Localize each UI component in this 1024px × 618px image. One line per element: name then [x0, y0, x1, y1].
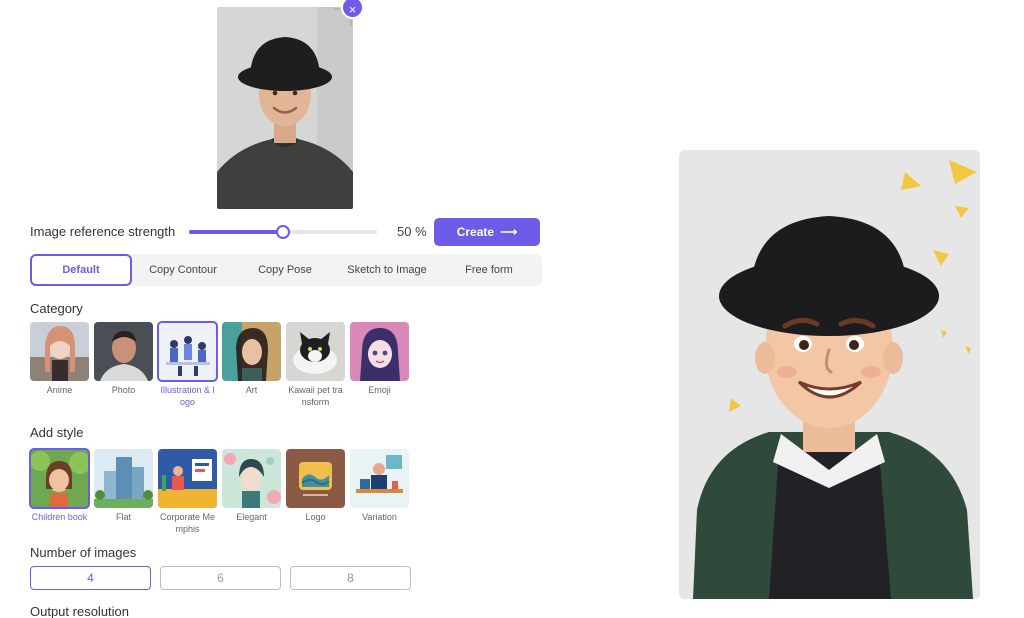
strength-value: 50 %: [397, 224, 427, 239]
category-anime[interactable]: Anime: [30, 322, 89, 408]
strength-label: Image reference strength: [30, 224, 176, 239]
remove-image-button[interactable]: ×: [341, 0, 364, 19]
category-label: Art: [245, 385, 258, 395]
tab-sketch-to-image[interactable]: Sketch to Image: [336, 254, 438, 286]
tab-default[interactable]: Default: [30, 254, 132, 286]
count-option-6[interactable]: 6: [160, 566, 281, 590]
category-label: Anime: [46, 385, 73, 395]
category-label: Photo: [111, 385, 136, 395]
arrow-right-icon: ⟶: [500, 225, 518, 239]
create-button[interactable]: Create ⟶: [434, 218, 540, 246]
category-art[interactable]: Art: [222, 322, 281, 408]
strength-slider[interactable]: [189, 225, 377, 239]
style-flat[interactable]: Flat: [94, 449, 153, 535]
category-list: Anime Photo Illustration & l ogo Art Kaw…: [30, 321, 409, 408]
category-illustration-logo[interactable]: Illustration & l ogo: [157, 321, 218, 408]
style-label: Logo: [305, 512, 326, 522]
mode-tabs: Default Copy Contour Copy Pose Sketch to…: [30, 254, 542, 286]
category-heading: Category: [30, 301, 83, 316]
style-label: Elegant: [236, 512, 267, 522]
style-list: Children book Flat Corporate Me mphis El…: [29, 448, 409, 535]
emoji-thumbnail: [350, 322, 409, 381]
illustration-thumbnail: [157, 321, 218, 382]
image-count-options: 4 6 8: [30, 566, 411, 590]
style-label: Flat: [115, 512, 131, 522]
count-option-4[interactable]: 4: [30, 566, 151, 590]
category-emoji[interactable]: Emoji: [350, 322, 409, 408]
uploaded-image: [217, 7, 353, 209]
children-book-thumbnail: [29, 448, 90, 509]
slider-fill: [189, 230, 283, 234]
elegant-thumbnail: [222, 449, 281, 508]
anime-thumbnail: [30, 322, 89, 381]
style-corporate-memphis[interactable]: Corporate Me mphis: [158, 449, 217, 535]
uploaded-photo-illustration: [217, 7, 353, 209]
style-label: Corporate Me mphis: [159, 512, 216, 534]
number-of-images-heading: Number of images: [30, 545, 137, 560]
slider-handle[interactable]: [276, 225, 290, 239]
count-option-8[interactable]: 8: [290, 566, 411, 590]
generated-result-image: [679, 150, 980, 599]
style-label: Variation: [362, 512, 397, 522]
photo-thumbnail: [94, 322, 153, 381]
tab-free-form[interactable]: Free form: [438, 254, 540, 286]
output-resolution-heading: Output resolution: [30, 604, 130, 618]
kawaii-pet-thumbnail: [286, 322, 345, 381]
add-style-heading: Add style: [30, 425, 84, 440]
variation-thumbnail: [350, 449, 409, 508]
tab-copy-contour[interactable]: Copy Contour: [132, 254, 234, 286]
category-photo[interactable]: Photo: [94, 322, 153, 408]
tab-copy-pose[interactable]: Copy Pose: [234, 254, 336, 286]
art-thumbnail: [222, 322, 281, 381]
create-button-label: Create: [456, 225, 495, 239]
corporate-memphis-thumbnail: [158, 449, 217, 508]
category-label: Illustration & l ogo: [160, 385, 215, 407]
flat-thumbnail: [94, 449, 153, 508]
style-children-book[interactable]: Children book: [29, 448, 90, 535]
style-variation[interactable]: Variation: [350, 449, 409, 535]
cartoon-portrait-illustration: [679, 150, 980, 599]
style-logo[interactable]: Logo: [286, 449, 345, 535]
category-kawaii-pet[interactable]: Kawaii pet tra nsform: [286, 322, 345, 408]
style-elegant[interactable]: Elegant: [222, 449, 281, 535]
category-label: Emoji: [368, 385, 391, 395]
category-label: Kawaii pet tra nsform: [288, 385, 343, 407]
style-label: Children book: [31, 512, 88, 522]
logo-thumbnail: [286, 449, 345, 508]
